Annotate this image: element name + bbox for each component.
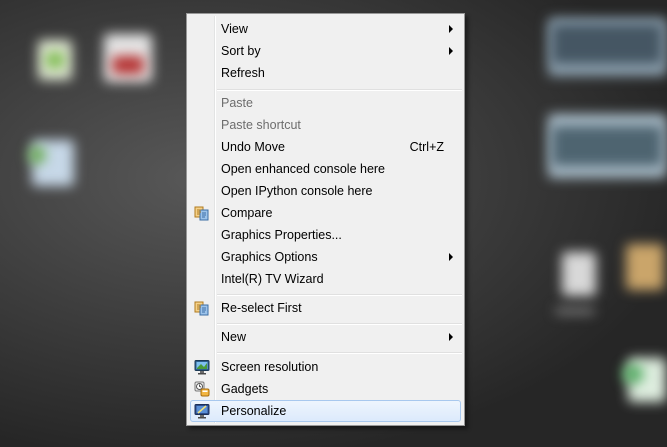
- menu-separator: [217, 294, 462, 296]
- desktop-file-icon: [622, 364, 644, 384]
- menu-item-label: Paste: [221, 96, 253, 110]
- menu-item-label: New: [221, 330, 247, 344]
- menu-item-label: Open IPython console here: [221, 184, 373, 198]
- menu-separator: [217, 89, 462, 91]
- menu-item-view[interactable]: View: [190, 18, 461, 40]
- menu-item-label: Re-select First: [221, 301, 302, 315]
- desktop-file-icon[interactable]: [626, 244, 664, 290]
- menu-item-label: Paste shortcut: [221, 118, 301, 132]
- menu-item-label: Open enhanced console here: [221, 162, 386, 176]
- menu-item-screen-resolution[interactable]: Screen resolution: [190, 356, 461, 378]
- menu-item-label: Refresh: [221, 66, 265, 80]
- menu-item-label: Undo Move: [221, 140, 285, 154]
- menu-item-graphics-options[interactable]: Graphics Options: [190, 246, 461, 268]
- menu-item-label: Screen resolution: [221, 360, 319, 374]
- menu-separator: [217, 352, 462, 354]
- menu-item-label: Gadgets: [221, 382, 269, 396]
- desktop-image-thumbnail: [552, 24, 662, 64]
- menu-item-compare[interactable]: Compare: [190, 202, 461, 224]
- desktop-file-icon: [112, 56, 144, 74]
- menu-item-new[interactable]: New: [190, 326, 461, 348]
- menu-item-intel-tv-wizard[interactable]: Intel(R) TV Wizard: [190, 268, 461, 290]
- compare-icon: [194, 205, 210, 221]
- menu-item-open-ipython-console[interactable]: Open IPython console here: [190, 180, 461, 202]
- context-menu: View Sort by Refresh Paste Paste shortcu…: [186, 13, 465, 426]
- gadgets-icon: [194, 381, 210, 397]
- menu-item-label: Sort by: [221, 44, 261, 58]
- menu-item-paste: Paste: [190, 92, 461, 114]
- menu-item-personalize[interactable]: Personalize: [190, 400, 461, 422]
- personalize-icon: [194, 403, 210, 419]
- menu-separator: [217, 323, 462, 325]
- submenu-arrow-icon: [449, 333, 453, 341]
- menu-item-label: Intel(R) TV Wizard: [221, 272, 324, 286]
- desktop-file-icon[interactable]: [562, 252, 596, 296]
- menu-item-label: Graphics Properties...: [221, 228, 342, 242]
- compare-icon: [194, 300, 210, 316]
- monitor-icon: [194, 359, 210, 375]
- menu-item-label: Personalize: [221, 404, 287, 418]
- menu-item-refresh[interactable]: Refresh: [190, 62, 461, 84]
- menu-item-gadgets[interactable]: Gadgets: [190, 378, 461, 400]
- menu-item-label: View: [221, 22, 248, 36]
- menu-item-label: Graphics Options: [221, 250, 318, 264]
- menu-item-sort-by[interactable]: Sort by: [190, 40, 461, 62]
- menu-item-graphics-properties[interactable]: Graphics Properties...: [190, 224, 461, 246]
- submenu-arrow-icon: [449, 47, 453, 55]
- menu-item-label: Compare: [221, 206, 273, 220]
- menu-item-open-enhanced-console[interactable]: Open enhanced console here: [190, 158, 461, 180]
- desktop-file-label: [555, 308, 595, 314]
- menu-item-undo-move[interactable]: Undo Move Ctrl+Z: [190, 136, 461, 158]
- desktop-file-icon: [28, 146, 46, 164]
- desktop-file-icon: [46, 52, 64, 68]
- submenu-arrow-icon: [449, 25, 453, 33]
- menu-item-reselect-first[interactable]: Re-select First: [190, 297, 461, 319]
- submenu-arrow-icon: [449, 253, 453, 261]
- desktop-image-thumbnail: [552, 126, 662, 166]
- menu-item-shortcut: Ctrl+Z: [409, 140, 444, 154]
- menu-item-paste-shortcut: Paste shortcut: [190, 114, 461, 136]
